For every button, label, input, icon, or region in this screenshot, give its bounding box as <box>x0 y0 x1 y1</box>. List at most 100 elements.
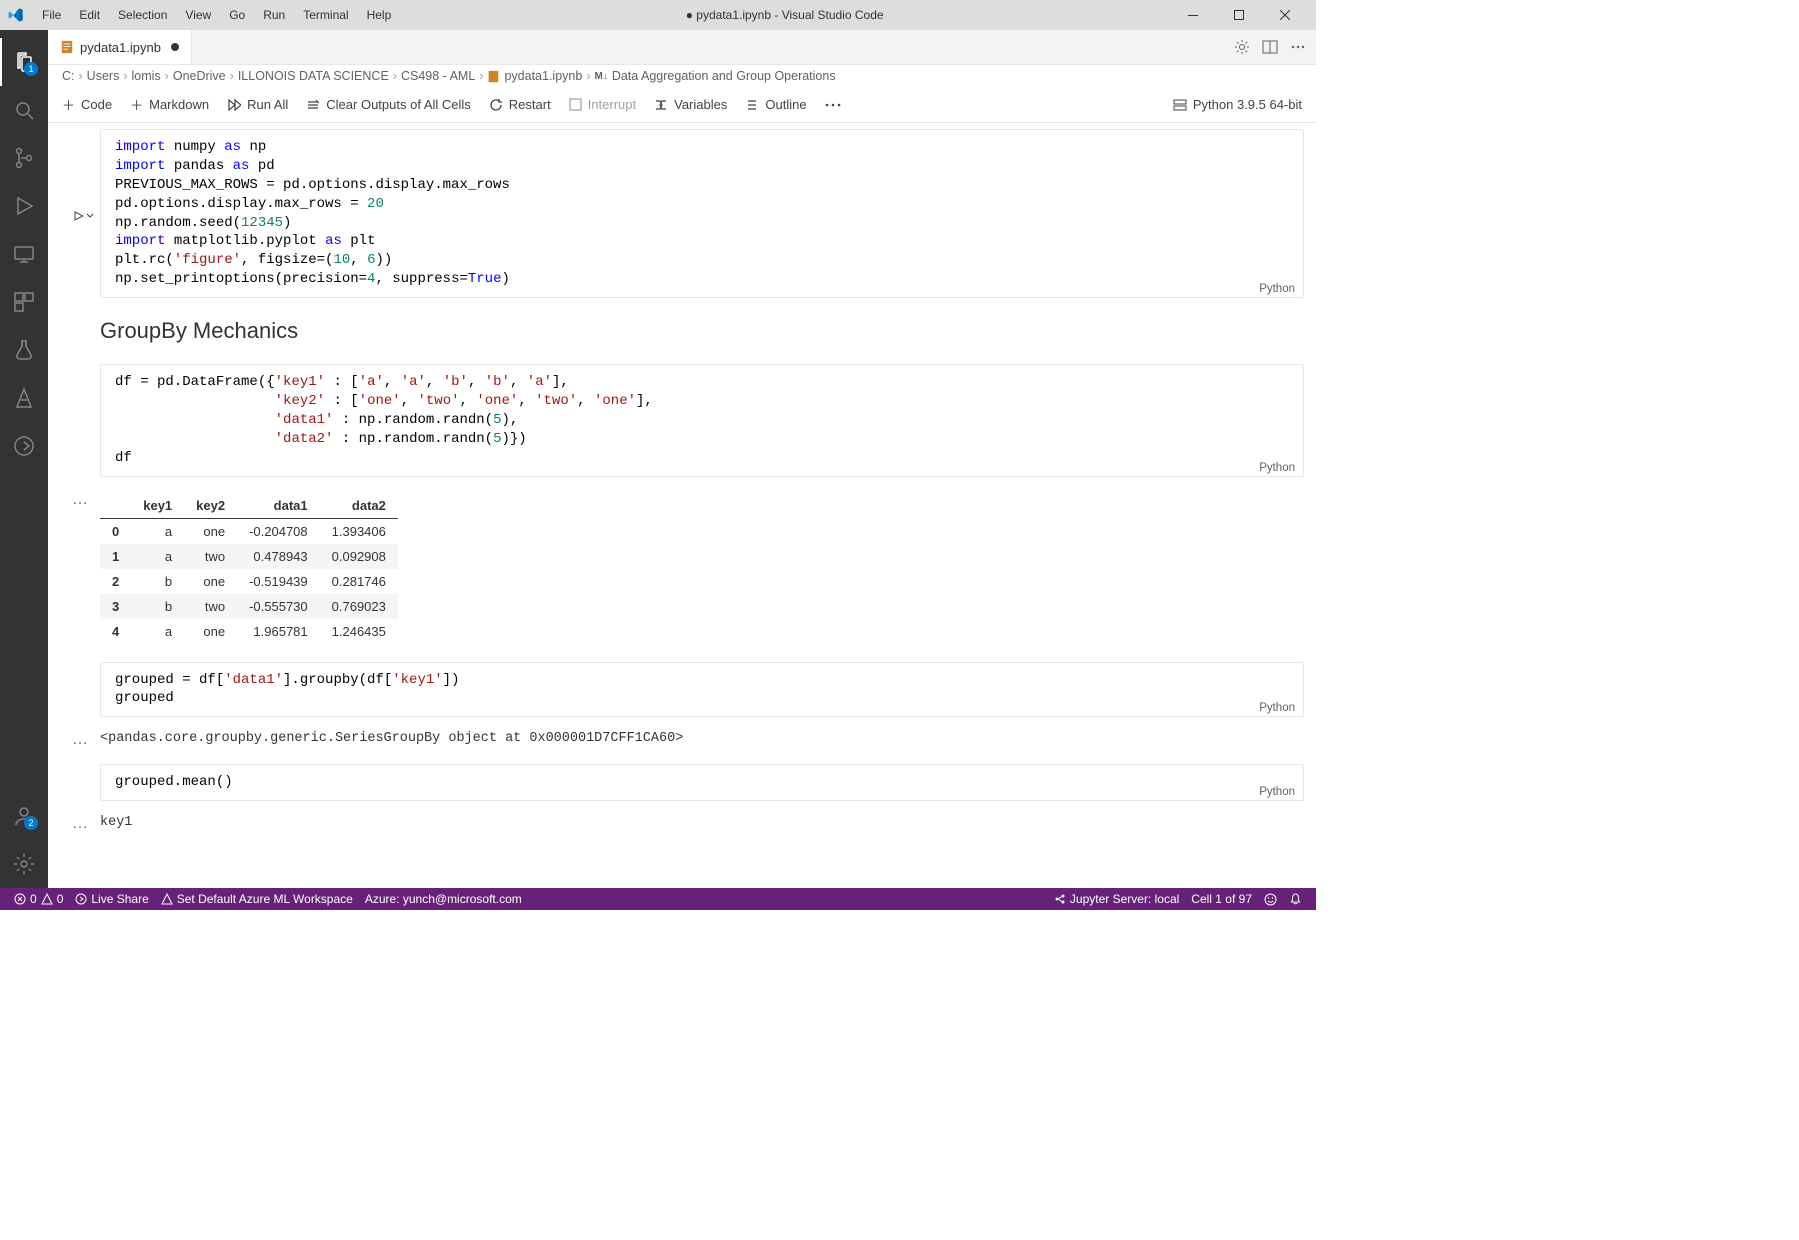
plus-icon: ＋ <box>62 95 75 114</box>
title-bar: File Edit Selection View Go Run Terminal… <box>0 0 1316 30</box>
code-cell[interactable]: import numpy as np import pandas as pd P… <box>60 129 1304 298</box>
maximize-button[interactable] <box>1216 0 1262 30</box>
language-label: Python <box>1259 462 1295 474</box>
explorer-icon[interactable]: 1 <box>0 38 48 86</box>
kernel-selector[interactable]: Python 3.9.5 64-bit <box>1193 97 1302 112</box>
menu-go[interactable]: Go <box>221 4 253 26</box>
error-icon <box>14 893 26 905</box>
extensions-icon[interactable] <box>0 278 48 326</box>
layout-settings-icon[interactable] <box>1234 39 1250 55</box>
code-editor[interactable]: import numpy as np import pandas as pd P… <box>101 130 1303 297</box>
tab-label: pydata1.ipynb <box>80 40 161 55</box>
breadcrumb: C:› Users› lomis› OneDrive› ILLONOIS DAT… <box>48 65 1316 87</box>
dataframe-output: key1key2data1data2 0aone-0.2047081.39340… <box>100 493 398 644</box>
code-editor[interactable]: grouped.mean() <box>101 765 1303 800</box>
more-toolbar-icon[interactable] <box>825 103 841 107</box>
more-actions-icon[interactable] <box>1290 39 1306 55</box>
warning-icon <box>41 893 53 905</box>
variables-button[interactable]: Variables <box>654 97 727 112</box>
azure-icon[interactable] <box>0 374 48 422</box>
status-azureml[interactable]: Set Default Azure ML Workspace <box>155 892 359 906</box>
warning-icon <box>161 893 173 905</box>
liveshare-icon[interactable] <box>0 422 48 470</box>
text-output: <pandas.core.groupby.generic.SeriesGroup… <box>100 727 683 750</box>
dirty-indicator-icon <box>171 43 179 51</box>
menu-terminal[interactable]: Terminal <box>295 4 356 26</box>
code-editor[interactable]: df = pd.DataFrame({'key1' : ['a', 'a', '… <box>101 365 1303 475</box>
testing-icon[interactable] <box>0 326 48 374</box>
breadcrumb-item[interactable]: C: <box>62 69 75 83</box>
notebook-toolbar: ＋Code ＋Markdown Run All Clear Outputs of… <box>48 87 1316 123</box>
editor-tabs: pydata1.ipynb <box>48 30 1316 65</box>
output-ellipsis[interactable]: … <box>72 815 88 834</box>
code-cell[interactable]: grouped = df['data1'].groupby(df['key1']… <box>60 662 1304 718</box>
window-title: ● pydata1.ipynb - Visual Studio Code <box>399 8 1170 22</box>
notebook-file-icon <box>487 70 500 83</box>
close-button[interactable] <box>1262 0 1308 30</box>
liveshare-status-icon <box>75 893 87 905</box>
breadcrumb-item[interactable]: lomis <box>132 69 161 83</box>
activity-bar: 1 <box>0 30 48 888</box>
minimize-button[interactable] <box>1170 0 1216 30</box>
add-code-button[interactable]: ＋Code <box>62 95 112 114</box>
language-label: Python <box>1259 702 1295 714</box>
source-control-icon[interactable] <box>0 134 48 182</box>
text-output: key1 <box>100 811 132 834</box>
breadcrumb-item[interactable]: pydata1.ipynb <box>504 69 582 83</box>
status-cell[interactable]: Cell 1 of 97 <box>1185 892 1258 906</box>
status-azure[interactable]: Azure: yunch@microsoft.com <box>359 892 528 906</box>
variables-icon <box>654 98 668 112</box>
markdown-symbol-icon: M↓ <box>594 71 607 82</box>
settings-gear-icon[interactable] <box>0 840 48 888</box>
code-editor[interactable]: grouped = df['data1'].groupby(df['key1']… <box>101 663 1303 717</box>
interrupt-button[interactable]: Interrupt <box>569 97 636 112</box>
restart-button[interactable]: Restart <box>489 97 551 112</box>
menu-run[interactable]: Run <box>255 4 293 26</box>
remote-explorer-icon[interactable] <box>0 230 48 278</box>
run-all-button[interactable]: Run All <box>227 97 288 112</box>
menu-edit[interactable]: Edit <box>71 4 108 26</box>
accounts-badge: 2 <box>24 816 38 830</box>
menu-bar: File Edit Selection View Go Run Terminal… <box>34 4 399 26</box>
run-all-icon <box>227 98 241 112</box>
tab-pydata1[interactable]: pydata1.ipynb <box>48 30 192 64</box>
jupyter-icon <box>1054 893 1066 905</box>
search-icon[interactable] <box>0 86 48 134</box>
code-cell[interactable]: df = pd.DataFrame({'key1' : ['a', 'a', '… <box>60 364 1304 476</box>
breadcrumb-item[interactable]: Users <box>87 69 120 83</box>
language-label: Python <box>1259 786 1295 798</box>
clear-icon <box>306 98 320 112</box>
breadcrumb-item[interactable]: ILLONOIS DATA SCIENCE <box>238 69 389 83</box>
status-bar: 0 0 Live Share Set Default Azure ML Work… <box>0 888 1316 910</box>
server-icon <box>1173 98 1187 112</box>
output-ellipsis[interactable]: … <box>72 731 88 750</box>
status-errors[interactable]: 0 0 <box>8 892 69 906</box>
menu-help[interactable]: Help <box>359 4 400 26</box>
accounts-icon[interactable]: 2 <box>0 792 48 840</box>
section-heading[interactable]: GroupBy Mechanics <box>100 318 1304 344</box>
status-feedback-icon[interactable] <box>1258 892 1283 906</box>
split-editor-icon[interactable] <box>1262 39 1278 55</box>
menu-view[interactable]: View <box>177 4 219 26</box>
notebook-file-icon <box>60 40 74 54</box>
breadcrumb-item[interactable]: CS498 - AML <box>401 69 475 83</box>
code-cell[interactable]: grouped.mean() Python <box>60 764 1304 801</box>
menu-file[interactable]: File <box>34 4 69 26</box>
clear-outputs-button[interactable]: Clear Outputs of All Cells <box>306 97 471 112</box>
menu-selection[interactable]: Selection <box>110 4 175 26</box>
outline-button[interactable]: Outline <box>745 97 806 112</box>
interrupt-icon <box>569 98 582 111</box>
vscode-logo-icon <box>8 7 24 23</box>
plus-icon: ＋ <box>130 95 143 114</box>
status-bell-icon[interactable] <box>1283 892 1308 906</box>
outline-icon <box>745 98 759 112</box>
notebook-content[interactable]: import numpy as np import pandas as pd P… <box>48 123 1316 888</box>
run-debug-icon[interactable] <box>0 182 48 230</box>
breadcrumb-item[interactable]: OneDrive <box>173 69 226 83</box>
status-jupyter[interactable]: Jupyter Server: local <box>1048 892 1185 906</box>
run-cell-icon[interactable] <box>74 133 94 298</box>
add-markdown-button[interactable]: ＋Markdown <box>130 95 209 114</box>
status-liveshare[interactable]: Live Share <box>69 892 154 906</box>
breadcrumb-item[interactable]: Data Aggregation and Group Operations <box>612 69 836 83</box>
output-ellipsis[interactable]: … <box>72 491 88 662</box>
